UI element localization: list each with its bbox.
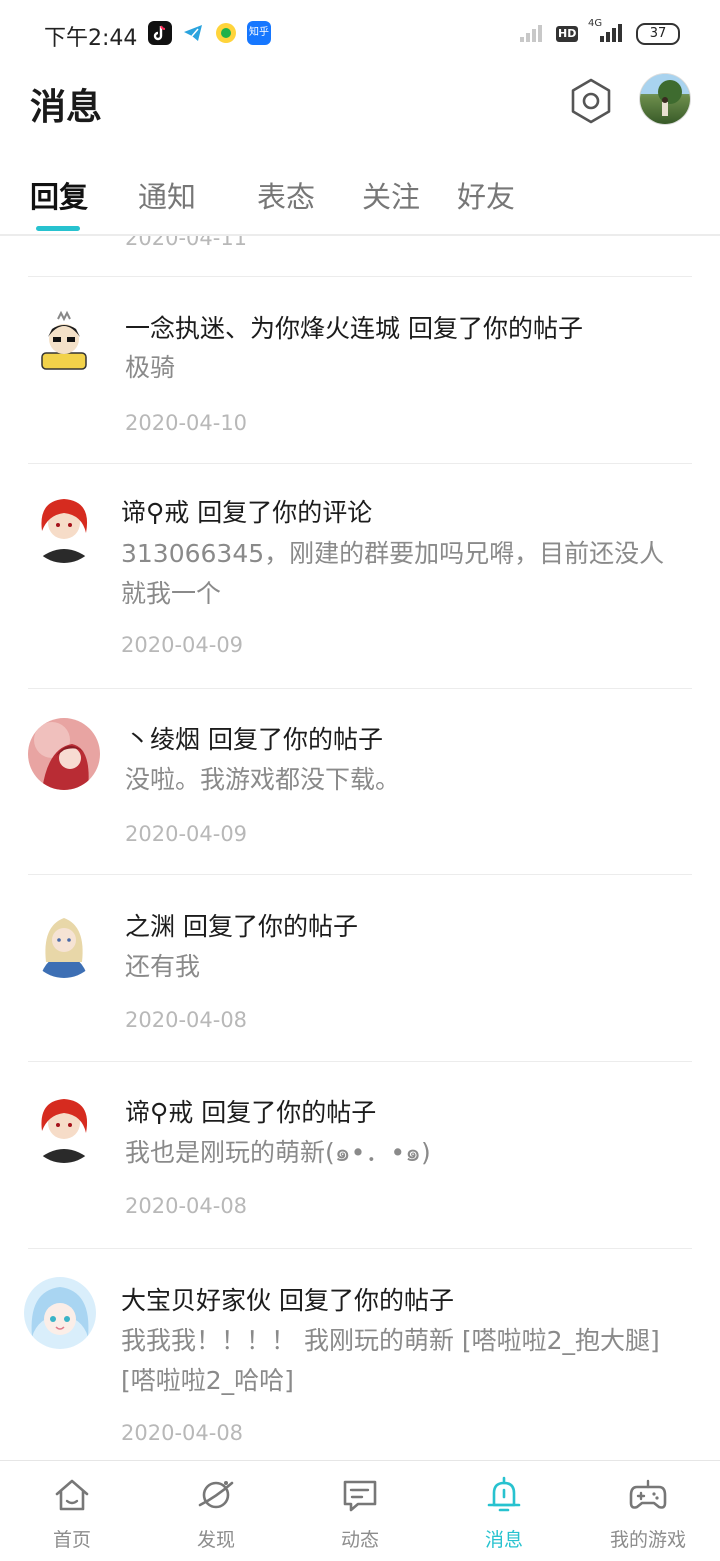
planet-icon xyxy=(198,1481,234,1509)
nav-label: 首页 xyxy=(52,1529,91,1551)
nav-label: 消息 xyxy=(484,1529,523,1551)
message-date: 2020-04-08 xyxy=(125,1194,248,1218)
message-title: 谛⚲戒 回复了你的帖子 xyxy=(125,1098,377,1127)
message-date: 2020-04-09 xyxy=(125,822,248,846)
avatar[interactable] xyxy=(28,718,100,790)
tab-reactions[interactable]: 表态 xyxy=(257,174,315,216)
avatar[interactable] xyxy=(24,1277,96,1349)
list-item[interactable]: 2020-04-11 xyxy=(28,236,692,277)
message-date: 2020-04-08 xyxy=(125,1008,248,1032)
list-item[interactable]: 谛⚲戒 回复了你的帖子 我也是刚玩的萌新(๑•．•๑) 2020-04-08 xyxy=(28,1061,692,1249)
message-content: 没啦。我游戏都没下载。 xyxy=(125,765,401,794)
message-content: 极骑 xyxy=(125,353,176,382)
gamepad-icon xyxy=(629,1479,667,1509)
avatar[interactable] xyxy=(28,906,100,978)
list-item[interactable]: 一念执迷、为你烽火连城 回复了你的帖子 极骑 2020-04-10 xyxy=(28,277,692,464)
tab-replies[interactable]: 回复 xyxy=(30,174,88,216)
nav-label: 我的游戏 xyxy=(609,1529,686,1551)
nav-messages[interactable]: 消息 xyxy=(432,1461,576,1561)
tab-notifications[interactable]: 通知 xyxy=(138,174,196,216)
nav-my-games[interactable]: 我的游戏 xyxy=(576,1461,720,1561)
zhihu-icon: 知乎 xyxy=(247,21,271,45)
avatar[interactable] xyxy=(28,309,100,381)
tab-bar: 回复 通知 表态 关注 好友 xyxy=(0,160,720,236)
message-date: 2020-04-09 xyxy=(121,633,244,657)
battery-level: 37 xyxy=(649,26,667,41)
battery-indicator: 37 xyxy=(636,23,680,45)
message-date: 2020-04-10 xyxy=(125,411,248,435)
list-item[interactable]: 谛⚲戒 回复了你的评论 313066345，刚建的群要加吗兄嘚，目前还没人就我一… xyxy=(28,463,692,689)
page-title: 消息 xyxy=(30,87,103,128)
message-content: 还有我 xyxy=(125,952,201,981)
nav-label: 发现 xyxy=(196,1529,235,1551)
message-title: 之渊 回复了你的帖子 xyxy=(125,912,358,941)
tab-follows[interactable]: 关注 xyxy=(362,174,420,216)
message-content: 313066345，刚建的群要加吗兄嘚，目前还没人就我一个 xyxy=(121,539,665,608)
avatar[interactable] xyxy=(28,1091,100,1163)
list-item[interactable]: 丶绫烟 回复了你的帖子 没啦。我游戏都没下载。 2020-04-09 xyxy=(28,688,692,875)
list-item[interactable]: 之渊 回复了你的帖子 还有我 2020-04-08 xyxy=(28,874,692,1062)
nav-label: 动态 xyxy=(340,1529,379,1551)
avatar[interactable] xyxy=(28,491,100,563)
tiktok-icon xyxy=(148,21,172,45)
message-title: 谛⚲戒 回复了你的评论 xyxy=(121,498,373,527)
nav-home[interactable]: 首页 xyxy=(0,1461,144,1561)
active-tab-indicator xyxy=(36,226,80,231)
message-title: 一念执迷、为你烽火连城 回复了你的帖子 xyxy=(125,314,583,343)
nav-discover[interactable]: 发现 xyxy=(144,1461,288,1561)
settings-button[interactable] xyxy=(566,76,616,126)
nav-feed[interactable]: 动态 xyxy=(288,1461,432,1561)
feed-icon xyxy=(343,1480,377,1512)
status-time: 下午2:44 xyxy=(44,26,138,51)
signal-strength-icon xyxy=(600,24,626,42)
status-bar: 下午2:44 知乎 HD 4G 37 xyxy=(0,0,720,66)
hd-badge: HD xyxy=(556,26,579,42)
list-item[interactable]: 大宝贝好家伙 回复了你的帖子 我我我！！！！ 我刚玩的萌新 [嗒啦啦2_抱大腿]… xyxy=(24,1248,692,1460)
music-app-icon xyxy=(214,21,238,45)
user-avatar[interactable] xyxy=(640,74,690,124)
home-icon xyxy=(55,1479,89,1511)
bell-icon xyxy=(487,1476,521,1512)
message-title: 丶绫烟 回复了你的帖子 xyxy=(125,725,383,754)
signal-icon xyxy=(520,24,548,42)
message-date: 2020-04-11 xyxy=(125,236,248,250)
message-content: 我我我！！！！ 我刚玩的萌新 [嗒啦啦2_抱大腿][嗒啦啦2_哈哈] xyxy=(121,1326,660,1395)
telegram-icon xyxy=(181,21,205,45)
hexagon-settings-icon xyxy=(571,78,611,124)
message-title: 大宝贝好家伙 回复了你的帖子 xyxy=(121,1286,454,1315)
tab-friends[interactable]: 好友 xyxy=(457,174,515,216)
bottom-navigation: 首页 发现 动态 消息 我的游戏 xyxy=(0,1460,720,1561)
message-list[interactable]: 2020-04-11 一念执迷、为你烽火连城 回复了你的帖子 极骑 2020-0… xyxy=(0,236,720,1460)
message-content: 我也是刚玩的萌新(๑•．•๑) xyxy=(125,1138,431,1167)
message-date: 2020-04-08 xyxy=(121,1421,244,1445)
